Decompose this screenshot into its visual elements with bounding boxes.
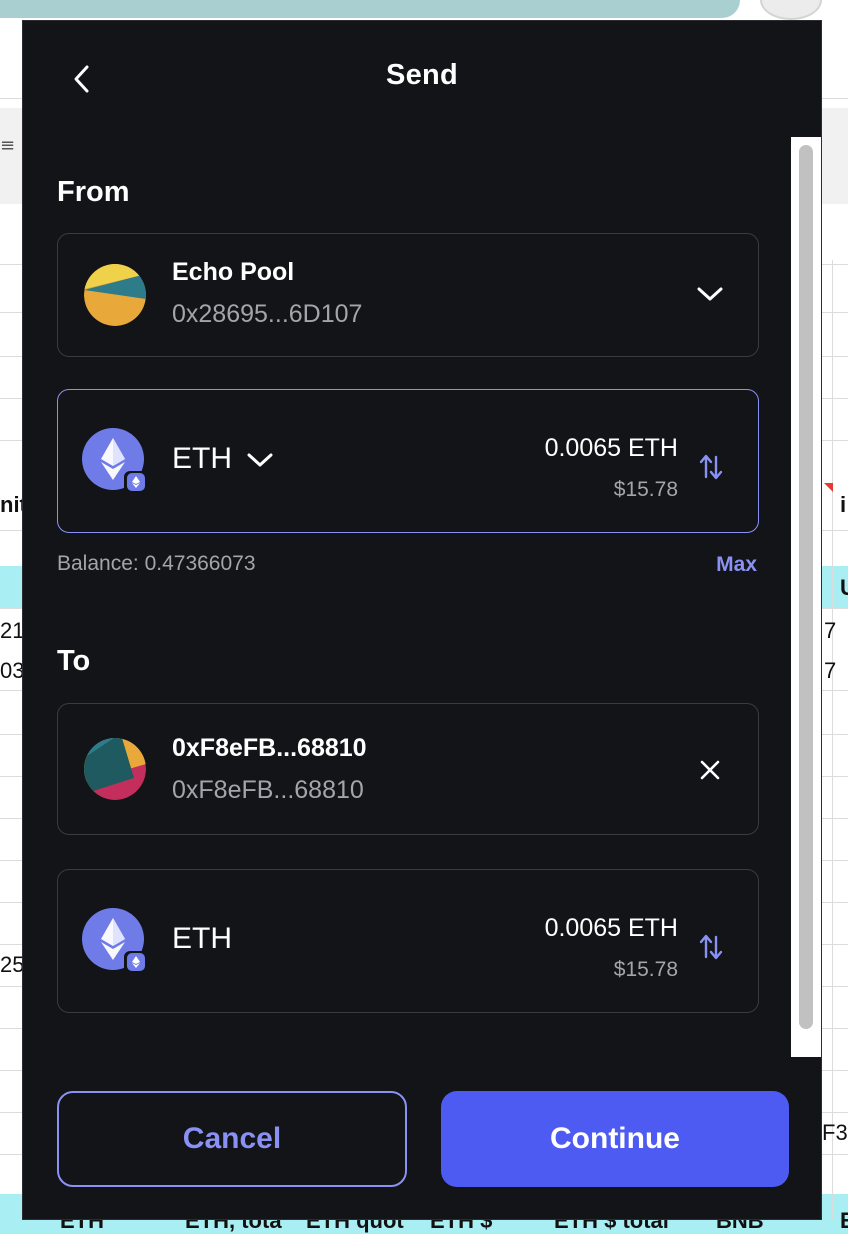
recipient-address: 0xF8eFB...68810 [172, 776, 364, 804]
hamburger-menu-icon[interactable]: ≡ [0, 137, 20, 155]
swap-currency-icon[interactable] [698, 932, 724, 962]
to-recipient-card[interactable]: 0xF8eFB...68810 0xF8eFB...68810 [57, 703, 759, 835]
from-account-name: Echo Pool [172, 258, 295, 286]
to-token-amount-card[interactable]: ETH 0.0065 ETH $15.78 [57, 869, 759, 1013]
swap-currency-icon[interactable] [698, 452, 724, 482]
from-section-label: From [57, 176, 130, 208]
clear-recipient-button[interactable] [692, 752, 728, 788]
scrollbar-thumb[interactable] [799, 145, 813, 1029]
browser-profile-circle [760, 0, 822, 20]
to-amount-crypto: 0.0065 ETH [544, 914, 678, 942]
from-amount-fiat: $15.78 [613, 478, 678, 501]
bg-cell: F3 [822, 1120, 848, 1145]
bg-cell: 7 [824, 618, 837, 643]
eth-token-icon [82, 908, 148, 974]
bg-cell: 03 [0, 658, 25, 683]
from-account-address: 0x28695...6D107 [172, 300, 363, 328]
close-icon [700, 760, 720, 780]
bg-cell: U [840, 575, 848, 600]
to-section-label: To [57, 645, 91, 677]
account-dropdown-toggle[interactable] [692, 276, 728, 312]
browser-top-bar [0, 0, 740, 18]
from-amount-crypto[interactable]: 0.0065 ETH [545, 434, 678, 463]
comment-marker [824, 483, 833, 492]
token-dropdown-toggle[interactable] [242, 442, 278, 478]
balance-display: Balance: 0.47366073 [57, 552, 256, 576]
from-token-symbol: ETH [172, 442, 232, 475]
from-token-amount-card[interactable]: ETH 0.0065 ETH $15.78 [57, 389, 759, 533]
bg-cell: 25 [0, 952, 25, 977]
max-button[interactable]: Max [716, 553, 757, 577]
eth-token-icon [82, 428, 148, 494]
from-account-avatar [84, 264, 146, 326]
bg-cell: 21 [0, 618, 25, 643]
from-account-selector[interactable]: Echo Pool 0x28695...6D107 [57, 233, 759, 357]
balance-value: 0.47366073 [144, 552, 256, 575]
chevron-down-icon [697, 287, 723, 301]
send-modal: Send From Echo Pool 0x28695...6D107 ETH … [22, 20, 822, 1220]
cancel-button[interactable]: Cancel [57, 1091, 407, 1187]
bg-cell: i [840, 492, 847, 517]
continue-button[interactable]: Continue [441, 1091, 789, 1187]
recipient-avatar [84, 738, 146, 800]
chevron-down-icon [247, 453, 273, 467]
to-token-symbol: ETH [172, 922, 232, 955]
balance-label: Balance: [57, 552, 139, 575]
bg-cell: E [840, 1208, 848, 1233]
recipient-name: 0xF8eFB...68810 [172, 734, 367, 762]
to-amount-fiat: $15.78 [613, 958, 678, 981]
bg-cell: 7 [824, 658, 837, 683]
page-title: Send [385, 59, 459, 91]
